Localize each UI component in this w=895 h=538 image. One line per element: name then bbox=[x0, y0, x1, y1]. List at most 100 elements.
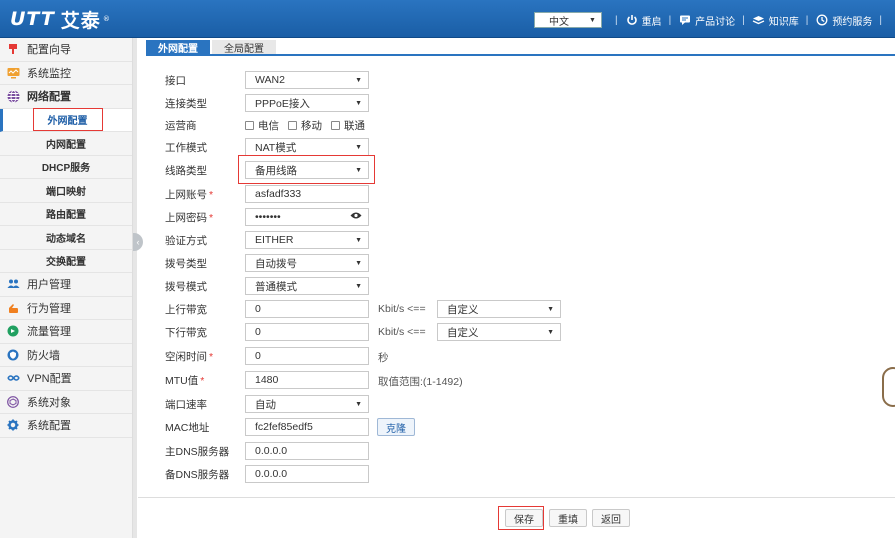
chevron-down-icon: ▼ bbox=[355, 400, 362, 408]
isp-unicom-checkbox[interactable]: 联通 bbox=[331, 118, 365, 133]
dial-type-select[interactable]: 自动拨号 ▼ bbox=[245, 254, 369, 272]
collapse-sidebar-button[interactable]: ‹ bbox=[133, 233, 143, 251]
sidebar-subitem-dhcp[interactable]: DHCP服务 bbox=[0, 155, 132, 179]
auth-select[interactable]: EITHER ▼ bbox=[245, 231, 369, 249]
tab-bar: 外网配置 全局配置 bbox=[146, 40, 895, 56]
product-discussion-link[interactable]: 产品讨论 bbox=[678, 13, 735, 28]
port-speed-select[interactable]: 自动 ▼ bbox=[245, 395, 369, 413]
sidebar-item-setup-wizard[interactable]: 配置向导 bbox=[0, 38, 132, 62]
eye-icon[interactable] bbox=[350, 211, 362, 223]
traffic-icon bbox=[6, 324, 20, 338]
globe-icon bbox=[6, 89, 20, 103]
language-select[interactable]: 中文 ▼ bbox=[533, 12, 602, 28]
sidebar-item-system-objects[interactable]: 系统对象 bbox=[0, 391, 132, 414]
sidebar-item-user-management[interactable]: 用户管理 bbox=[0, 273, 132, 297]
floating-help-widget[interactable] bbox=[882, 367, 895, 407]
chevron-down-icon: ▼ bbox=[589, 16, 596, 24]
idle-label: 空闲时间 * bbox=[165, 349, 245, 364]
interface-value: WAN2 bbox=[255, 74, 285, 86]
sidebar-subitem-switch[interactable]: 交换配置 bbox=[0, 249, 132, 273]
up-bandwidth-input[interactable]: 0 bbox=[245, 300, 369, 318]
dns1-row: 主DNS服务器 bbox=[165, 442, 245, 460]
port-speed-value: 自动 bbox=[255, 398, 276, 411]
sidebar-divider bbox=[133, 38, 137, 538]
reset-button[interactable]: 重填 bbox=[549, 509, 587, 527]
work-mode-select[interactable]: NAT模式 ▼ bbox=[245, 138, 369, 156]
account-input[interactable]: asfadf333 bbox=[245, 185, 369, 203]
sidebar-subitem-label: 外网配置 bbox=[32, 108, 103, 132]
clone-mac-button[interactable]: 克隆 bbox=[377, 418, 415, 436]
sidebar-subitem-routing[interactable]: 路由配置 bbox=[0, 202, 132, 226]
sidebar-item-system-config[interactable]: 系统配置 bbox=[0, 414, 132, 438]
work-mode-row: 工作模式 bbox=[165, 138, 245, 156]
sidebar-subitem-port-mapping[interactable]: 端口映射 bbox=[0, 179, 132, 203]
password-value: ••••••• bbox=[255, 211, 281, 223]
reservation-service-link[interactable]: 预约服务 bbox=[815, 13, 872, 28]
line-type-select[interactable]: 备用线路 ▼ bbox=[245, 161, 369, 179]
auth-row: 验证方式 bbox=[165, 231, 245, 249]
form-footer-divider bbox=[138, 497, 895, 498]
mac-input[interactable]: fc2fef85edf5 bbox=[245, 418, 369, 436]
divider: | bbox=[879, 14, 882, 26]
tab-wan-config[interactable]: 外网配置 bbox=[146, 40, 210, 55]
hand-icon bbox=[6, 301, 20, 315]
mtu-row: MTU值 * bbox=[165, 371, 245, 389]
chevron-down-icon: ▼ bbox=[355, 282, 362, 290]
down-bandwidth-input[interactable]: 0 bbox=[245, 323, 369, 341]
required-mark: * bbox=[209, 211, 214, 224]
sidebar-subitem-lan-config[interactable]: 内网配置 bbox=[0, 132, 132, 156]
mtu-input[interactable]: 1480 bbox=[245, 371, 369, 389]
account-label-text: 上网账号 bbox=[165, 188, 207, 201]
brand-mark: UTT bbox=[10, 8, 55, 30]
sidebar-item-behavior-management[interactable]: 行为管理 bbox=[0, 297, 132, 320]
up-bandwidth-preset-select[interactable]: 自定义 ▼ bbox=[437, 300, 561, 318]
idle-input[interactable]: 0 bbox=[245, 347, 369, 365]
isp-option-label: 电信 bbox=[258, 119, 279, 132]
sidebar-subitem-wan-config[interactable]: 外网配置 bbox=[0, 108, 132, 132]
work-mode-value: NAT模式 bbox=[255, 141, 297, 154]
dial-mode-select[interactable]: 普通模式 ▼ bbox=[245, 277, 369, 295]
conn-type-select[interactable]: PPPoE接入 ▼ bbox=[245, 94, 369, 112]
tab-global-config[interactable]: 全局配置 bbox=[212, 40, 276, 55]
shield-icon bbox=[6, 348, 20, 362]
up-bandwidth-label: 上行带宽 bbox=[165, 303, 207, 316]
sidebar-item-traffic-management[interactable]: 流量管理 bbox=[0, 320, 132, 344]
dial-type-row: 拨号类型 bbox=[165, 254, 245, 272]
dns2-input[interactable]: 0.0.0.0 bbox=[245, 465, 369, 483]
password-input[interactable]: ••••••• bbox=[245, 208, 369, 226]
sidebar-item-network-config[interactable]: 网络配置 bbox=[0, 85, 132, 109]
sidebar-item-system-monitor[interactable]: 系统监控 bbox=[0, 62, 132, 85]
cube-icon bbox=[6, 395, 20, 409]
chat-icon bbox=[678, 13, 692, 27]
line-type-value: 备用线路 bbox=[255, 164, 297, 177]
isp-telecom-checkbox[interactable]: 电信 bbox=[245, 118, 279, 133]
sidebar-subitem-label: 端口映射 bbox=[46, 186, 86, 198]
chevron-down-icon: ▼ bbox=[355, 99, 362, 107]
checkbox-box bbox=[245, 120, 254, 130]
brand-logo: UTT 艾泰 ® bbox=[10, 6, 111, 32]
sidebar-item-vpn-config[interactable]: VPN配置 bbox=[0, 367, 132, 391]
password-label-text: 上网密码 bbox=[165, 211, 207, 224]
sidebar-item-firewall[interactable]: 防火墙 bbox=[0, 344, 132, 367]
isp-options: 电信 移动 联通 bbox=[245, 116, 374, 134]
chevron-down-icon: ▼ bbox=[355, 259, 362, 267]
sidebar-subitem-ddns[interactable]: 动态域名 bbox=[0, 226, 132, 250]
isp-row: 运营商 bbox=[165, 116, 245, 134]
pin-icon bbox=[6, 42, 20, 56]
mac-label: MAC地址 bbox=[165, 421, 210, 434]
back-button[interactable]: 返回 bbox=[592, 509, 630, 527]
password-row: 上网密码 * bbox=[165, 208, 245, 226]
interface-select[interactable]: WAN2 ▼ bbox=[245, 71, 369, 89]
save-button[interactable]: 保存 bbox=[505, 509, 543, 527]
dns1-input[interactable]: 0.0.0.0 bbox=[245, 442, 369, 460]
knowledge-base-link[interactable]: 知识库 bbox=[752, 13, 799, 28]
up-bandwidth-row: 上行带宽 bbox=[165, 300, 245, 318]
divider: | bbox=[614, 14, 618, 26]
down-bandwidth-row: 下行带宽 bbox=[165, 323, 245, 341]
down-bandwidth-preset-select[interactable]: 自定义 ▼ bbox=[437, 323, 561, 341]
isp-mobile-checkbox[interactable]: 移动 bbox=[288, 118, 322, 133]
top-links: 中文 ▼ | 重启 | 产品讨论 | 知识库 | 预约服务 | bbox=[533, 12, 889, 28]
dial-mode-value: 普通模式 bbox=[255, 280, 297, 293]
reboot-link[interactable]: 重启 bbox=[625, 13, 662, 28]
interface-row: 接口 bbox=[165, 71, 245, 89]
